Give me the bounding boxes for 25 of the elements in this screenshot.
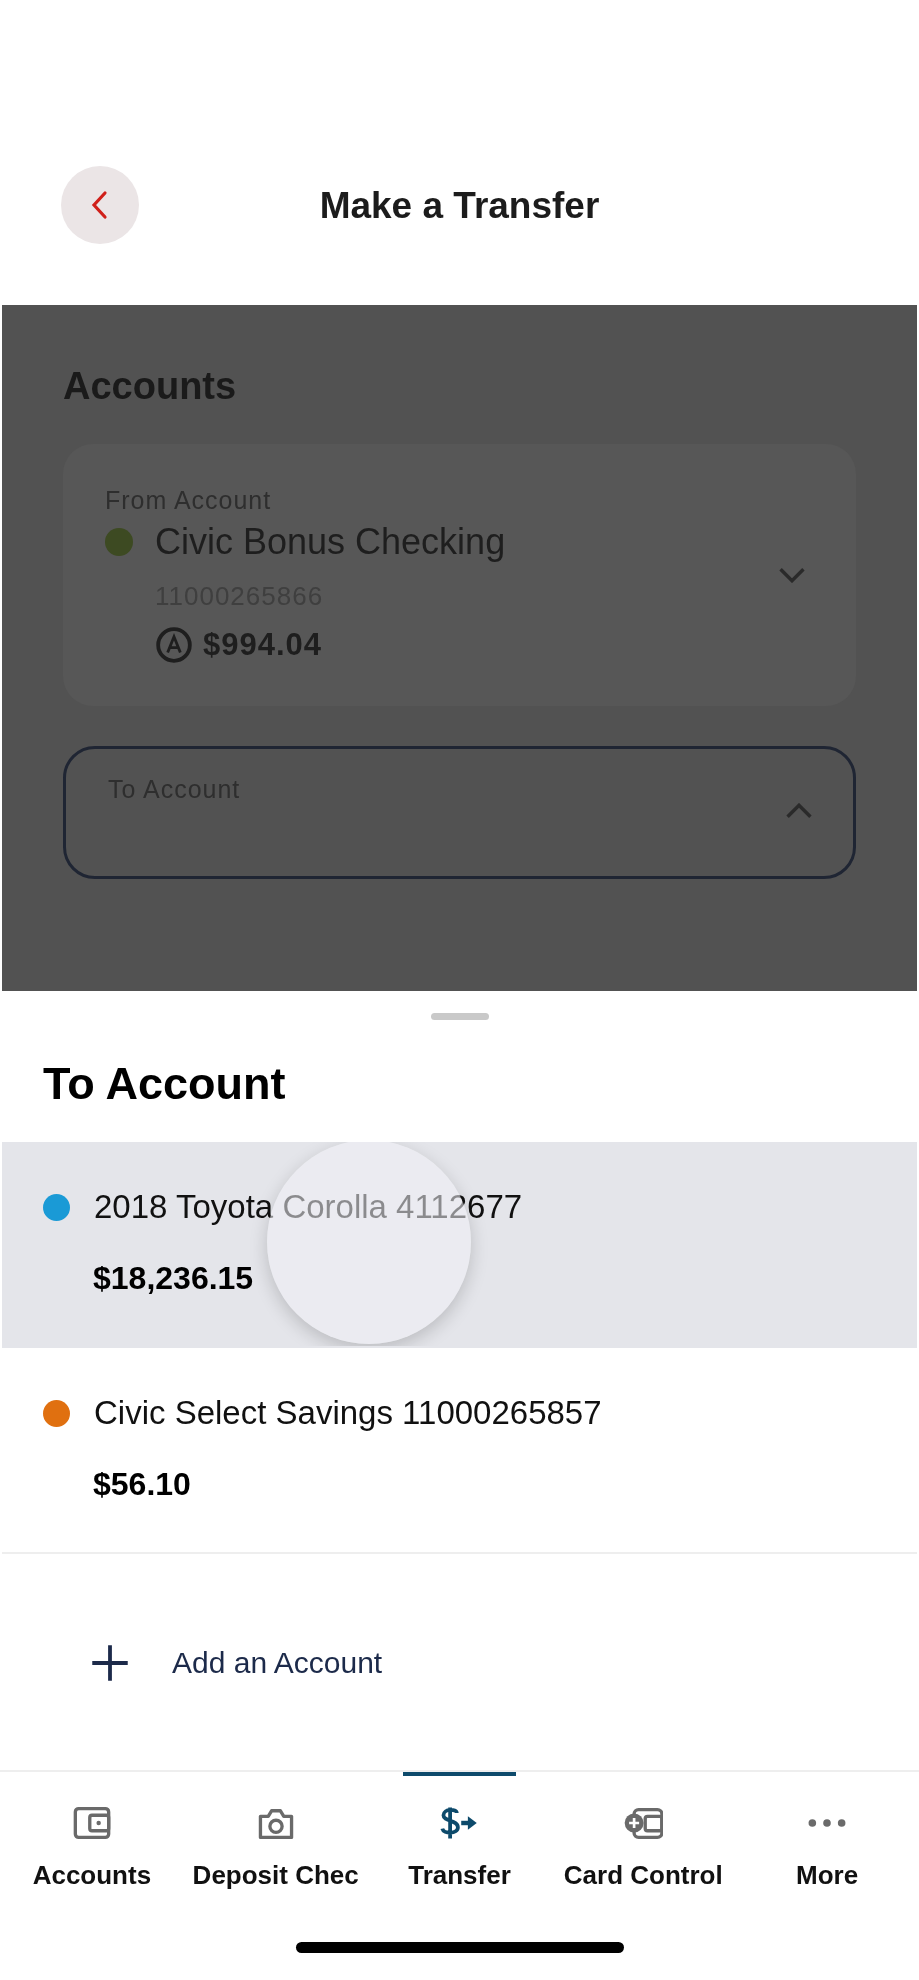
chevron-up-icon: [785, 803, 813, 819]
tab-item[interactable]: Card Control: [551, 1772, 736, 1942]
section-title: Accounts: [63, 365, 238, 408]
account-option[interactable]: 2018 Toyota Corolla 4112677 $18,236.15: [2, 1142, 917, 1348]
drag-handle[interactable]: [430, 1013, 489, 1020]
plus-icon: [91, 1644, 129, 1682]
sheet-title: To Account: [42, 1057, 287, 1111]
tab-item[interactable]: More: [735, 1772, 919, 1942]
tab-item[interactable]: Accounts: [0, 1772, 184, 1942]
chevron-down-icon: [778, 567, 806, 583]
circled-letter-icon: [155, 626, 193, 664]
add-account-button[interactable]: Add an Account: [0, 1644, 383, 1682]
account-name: Civic Bonus Checking: [155, 521, 506, 563]
wallet-icon: [71, 1804, 112, 1842]
more-icon: [808, 1818, 847, 1828]
tab-item[interactable]: Deposit Chec: [183, 1772, 368, 1942]
tab-item[interactable]: Transfer: [367, 1772, 552, 1942]
account-balance: $18,236.15: [93, 1260, 255, 1297]
account-balance: $994.04: [203, 627, 323, 663]
account-balance: $56.10: [93, 1466, 192, 1503]
account-name: 2018 Toyota Corolla 4112677: [94, 1188, 523, 1226]
account-option[interactable]: Civic Select Savings 11000265857 $56.10: [2, 1348, 917, 1554]
account-name: Civic Select Savings 11000265857: [94, 1394, 602, 1432]
screen-title: Make a Transfer: [319, 185, 600, 227]
account-dot: [105, 528, 133, 556]
